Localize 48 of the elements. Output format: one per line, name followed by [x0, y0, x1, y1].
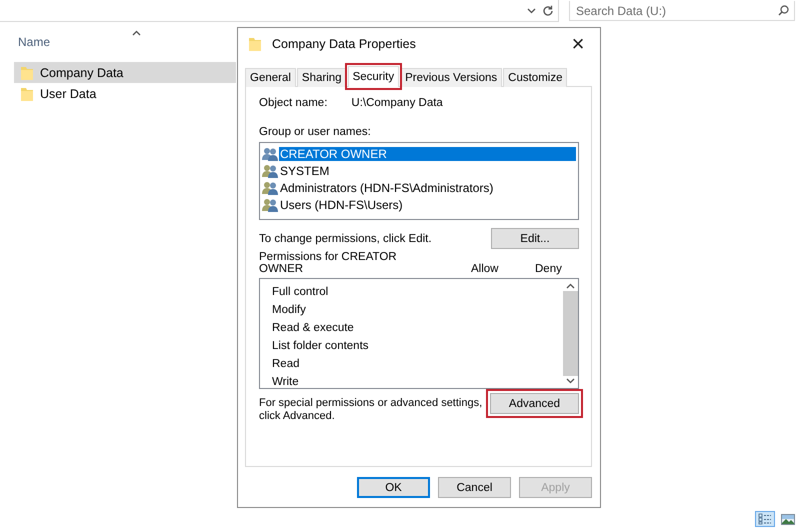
users-icon: [262, 164, 278, 178]
permissions-label: Permissions for CREATOR OWNER: [259, 251, 398, 275]
thumbnails-view-button[interactable]: [778, 511, 798, 527]
tab[interactable]: Previous Versions: [400, 68, 502, 87]
scroll-down-icon[interactable]: [566, 378, 574, 384]
tab[interactable]: General: [245, 68, 296, 87]
group-item[interactable]: Users (HDN-FS\Users): [279, 198, 403, 212]
column-header[interactable]: Name: [18, 35, 50, 49]
edit-button[interactable]: Edit...: [491, 228, 579, 249]
permission-item: Full control: [272, 285, 330, 300]
tab[interactable]: Sharing: [296, 68, 347, 87]
object-name-label: Object name:: [259, 97, 328, 109]
dropdown-icon[interactable]: [527, 8, 536, 14]
close-button[interactable]: ×: [556, 28, 600, 60]
details-view-button[interactable]: [755, 511, 775, 527]
folder-icon: [20, 86, 34, 102]
group-item[interactable]: Administrators (HDN-FS\Administrators): [279, 180, 494, 194]
permission-item: List folder contents: [272, 339, 370, 354]
deny-header: Deny: [535, 263, 563, 275]
dialog-button[interactable]: OK: [357, 477, 430, 498]
permission-item: Write: [272, 375, 300, 390]
folder-icon: [248, 36, 262, 52]
dialog-title: Company Data Properties: [272, 37, 417, 51]
users-icon: [262, 180, 278, 194]
permission-item: Read: [272, 357, 300, 372]
search-field[interactable]: Search Data (U:): [569, 1, 795, 21]
tab[interactable]: Security: [348, 66, 400, 87]
group-item[interactable]: CREATOR OWNER: [279, 146, 576, 160]
object-name: U:\Company Data: [351, 97, 443, 109]
group-label: Group or user names:: [259, 126, 372, 138]
sort-icon[interactable]: [132, 30, 142, 36]
group-item[interactable]: SYSTEM: [279, 164, 330, 178]
folder-icon: [20, 64, 34, 80]
file-row[interactable]: User Data: [14, 83, 236, 104]
users-icon: [262, 146, 278, 160]
permission-item: Read & execute: [272, 321, 355, 336]
allow-header: Allow: [471, 263, 500, 275]
tab[interactable]: Customize: [503, 68, 568, 87]
file-row[interactable]: Company Data: [14, 62, 236, 83]
search-icon[interactable]: [778, 5, 789, 16]
dialog-button[interactable]: Cancel: [438, 477, 511, 498]
advanced-button[interactable]: Advanced: [490, 393, 579, 414]
change-hint: To change permissions, click Edit.: [259, 232, 432, 244]
permission-item: Modify: [272, 303, 307, 318]
advanced-hint: For special permissions or advanced settings, click Advanced.: [259, 397, 484, 423]
scroll-up-icon[interactable]: [566, 283, 574, 289]
users-icon: [262, 198, 278, 212]
refresh-icon[interactable]: [542, 4, 554, 16]
